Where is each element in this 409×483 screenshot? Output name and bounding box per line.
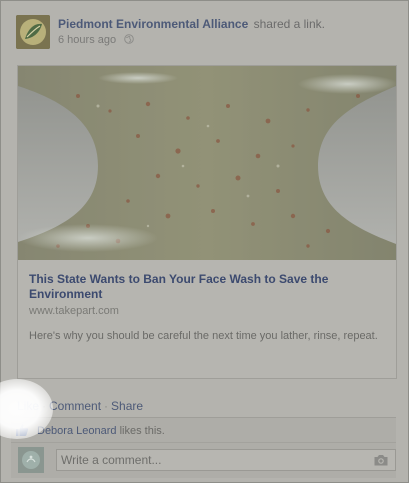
thumbs-up-icon: [15, 423, 29, 437]
post-timestamp[interactable]: 6 hours ago: [58, 34, 116, 46]
post-actions: Like · Comment · Share: [17, 399, 143, 413]
link-preview-image[interactable]: [18, 66, 396, 260]
camera-icon[interactable]: [373, 453, 389, 467]
link-domain: www.takepart.com: [29, 305, 119, 317]
post-action-text: shared a link.: [253, 17, 325, 31]
comment-button[interactable]: Comment: [49, 399, 101, 413]
link-preview-card[interactable]: This State Wants to Ban Your Face Wash t…: [17, 65, 397, 379]
comment-input[interactable]: [56, 449, 396, 471]
post-header: Piedmont Environmental Alliance shared a…: [16, 15, 398, 51]
link-description: Here's why you should be careful the nex…: [29, 330, 378, 342]
post-meta: 6 hours ago: [58, 33, 134, 47]
page-avatar[interactable]: [16, 15, 50, 49]
page-name-link[interactable]: Piedmont Environmental Alliance: [58, 17, 248, 31]
like-button[interactable]: Like: [17, 399, 39, 413]
action-separator: ·: [42, 399, 47, 413]
comment-composer: [11, 442, 396, 479]
action-separator: ·: [104, 399, 109, 413]
likes-suffix: likes this.: [119, 425, 165, 437]
likes-summary: Debora Leonard likes this.: [15, 423, 165, 438]
globe-icon[interactable]: [124, 34, 134, 44]
feedback-section: Debora Leonard likes this.: [11, 417, 396, 478]
link-title[interactable]: This State Wants to Ban Your Face Wash t…: [29, 272, 384, 302]
liker-name-link[interactable]: Debora Leonard: [37, 425, 117, 437]
user-avatar[interactable]: [18, 447, 44, 473]
link-preview-body: This State Wants to Ban Your Face Wash t…: [29, 272, 384, 344]
post-author-line: Piedmont Environmental Alliance shared a…: [58, 16, 325, 32]
share-button[interactable]: Share: [111, 399, 143, 413]
feed-post: Piedmont Environmental Alliance shared a…: [0, 0, 409, 483]
